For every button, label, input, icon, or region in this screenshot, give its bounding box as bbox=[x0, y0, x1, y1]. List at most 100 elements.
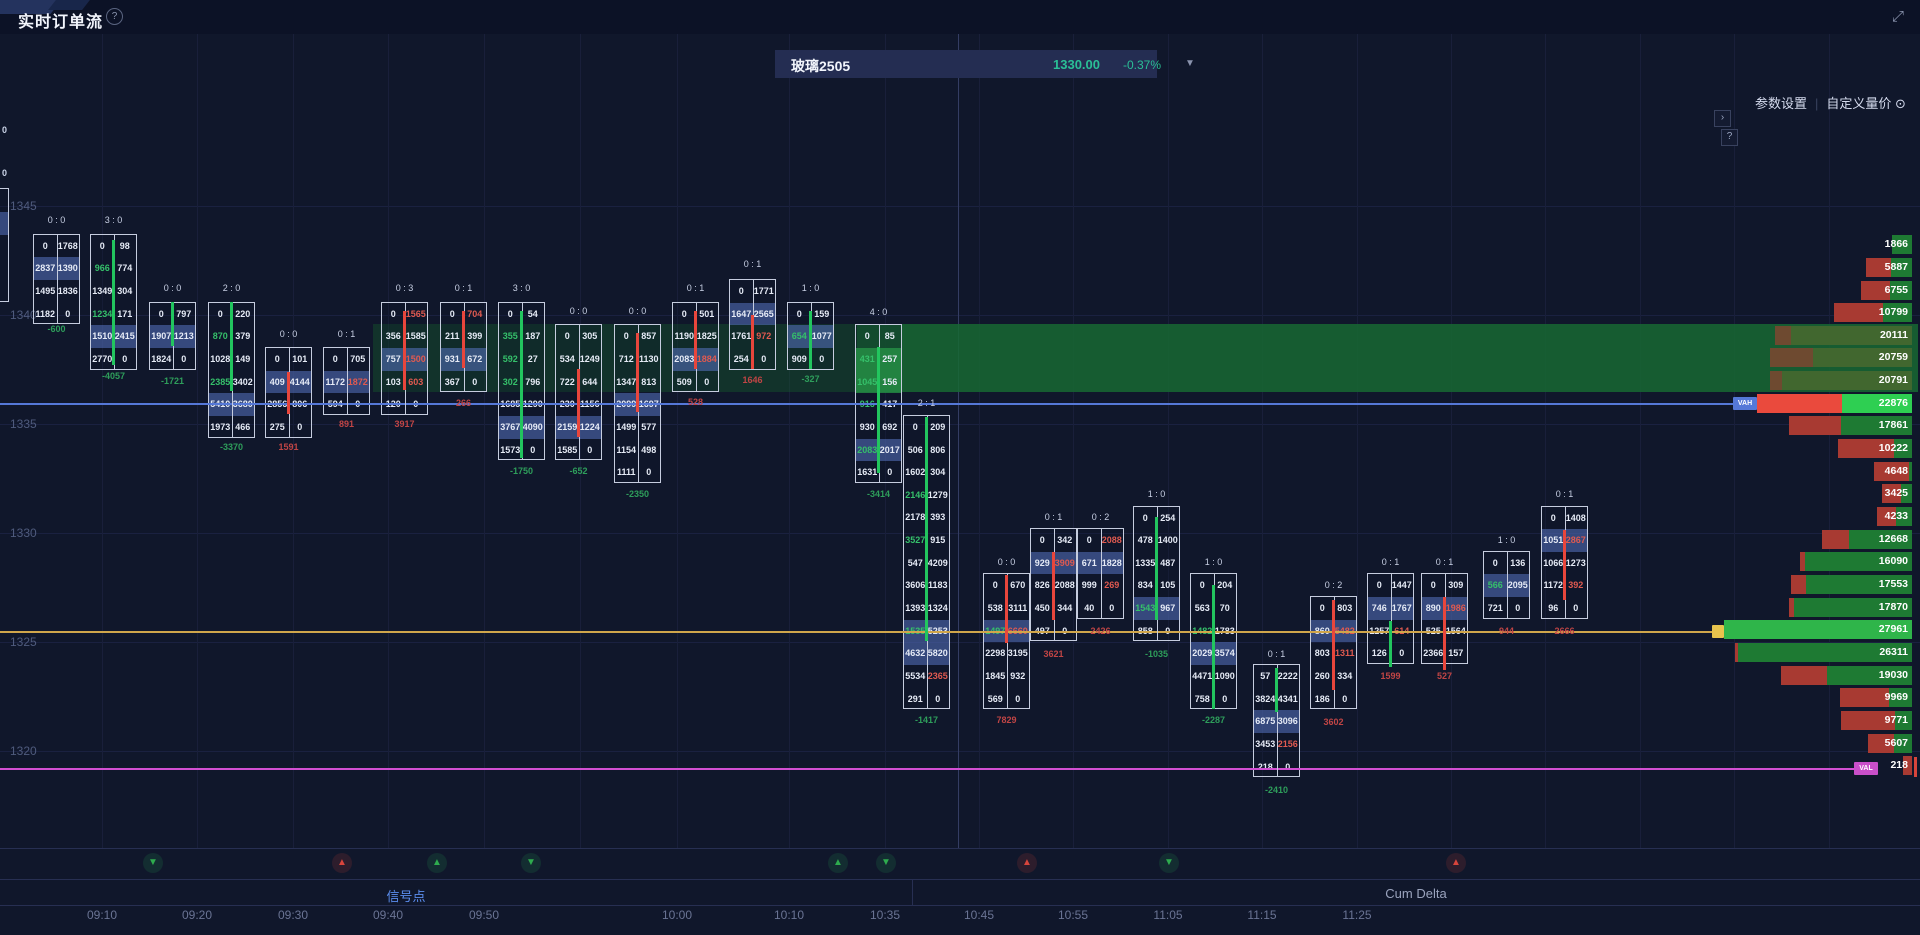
fullscreen-icon[interactable]: ⤢ bbox=[1892, 8, 1904, 25]
footprint-cell: 3402 bbox=[232, 371, 255, 394]
footprint-cell: 487 bbox=[1157, 552, 1180, 575]
footprint-cell bbox=[0, 212, 8, 235]
footprint-cell: 275 bbox=[266, 416, 289, 439]
footprint-cell: 4209 bbox=[927, 552, 950, 575]
profile-volume-value: 20111 bbox=[1848, 329, 1908, 341]
signal-marker-buy[interactable]: ▲ bbox=[332, 853, 352, 873]
signal-marker-buy[interactable]: ▲ bbox=[1017, 853, 1037, 873]
imbalance-header: 0 : 1 bbox=[1436, 557, 1454, 567]
candle-overlay bbox=[751, 315, 754, 369]
price-axis-label: 1330 bbox=[10, 526, 37, 540]
time-axis-label: 10:45 bbox=[964, 908, 994, 922]
footprint-cell: 399 bbox=[464, 325, 487, 348]
candle-overlay bbox=[577, 369, 580, 437]
collapse-panel-button[interactable]: › bbox=[1714, 110, 1731, 127]
axis-corner-label: 0 bbox=[2, 168, 7, 178]
profile-volume-value: 3425 bbox=[1848, 487, 1908, 499]
time-axis-label: 09:40 bbox=[373, 908, 403, 922]
footprint-cell: 0 bbox=[1334, 688, 1357, 711]
signal-marker-sell[interactable]: ▼ bbox=[1159, 853, 1179, 873]
time-axis-label: 10:10 bbox=[774, 908, 804, 922]
footprint-cell: 3195 bbox=[1007, 642, 1030, 665]
footprint-cell: 2837 bbox=[34, 257, 57, 280]
settings-button[interactable]: 参数设置 bbox=[1755, 96, 1807, 111]
imbalance-header: 3 : 0 bbox=[513, 283, 531, 293]
signal-marker-sell[interactable]: ▼ bbox=[876, 853, 896, 873]
value-area-band bbox=[857, 324, 1918, 392]
poc-chip bbox=[1712, 625, 1724, 638]
footprint-cell: 2415 bbox=[114, 325, 137, 348]
signal-marker-buy[interactable]: ▲ bbox=[427, 853, 447, 873]
price-gridline bbox=[0, 751, 1920, 752]
divider bbox=[0, 879, 1920, 880]
profile-sell-segment bbox=[1781, 666, 1827, 685]
footprint-cell: 3574 bbox=[1214, 642, 1237, 665]
footprint-cell: 547 bbox=[904, 552, 927, 575]
footprint-cell: 0 bbox=[904, 416, 927, 439]
footprint-cell: 3606 bbox=[904, 574, 927, 597]
footprint-cell: 478 bbox=[1134, 529, 1157, 552]
vah-chip: VAH bbox=[1733, 397, 1757, 410]
profile-volume-value: 4233 bbox=[1848, 510, 1908, 522]
imbalance-header: 0 : 1 bbox=[1556, 489, 1574, 499]
val-line bbox=[0, 768, 1854, 770]
footprint-cell: 2222 bbox=[1277, 665, 1300, 688]
profile-volume-value: 19030 bbox=[1848, 669, 1908, 681]
imbalance-header: 1 : 0 bbox=[802, 283, 820, 293]
time-gridline bbox=[102, 34, 103, 848]
footprint-cell: 1051 bbox=[1542, 529, 1565, 552]
footprint-cell: 757 bbox=[382, 348, 405, 371]
imbalance-header: 1 : 0 bbox=[1498, 535, 1516, 545]
imbalance-header: 0 : 1 bbox=[338, 329, 356, 339]
footprint-cell: 1845 bbox=[984, 665, 1007, 688]
footprint-cell: 393 bbox=[927, 506, 950, 529]
delta-label: 891 bbox=[339, 419, 354, 429]
footprint-cell: 157 bbox=[1445, 642, 1468, 665]
footprint-cell: 0 bbox=[579, 439, 602, 462]
signal-marker-sell[interactable]: ▼ bbox=[143, 853, 163, 873]
footprint-cell: 204 bbox=[1214, 574, 1237, 597]
signal-panel-label[interactable]: 信号点 bbox=[386, 886, 425, 905]
footprint-cell: 915 bbox=[927, 529, 950, 552]
signal-marker-buy[interactable]: ▲ bbox=[828, 853, 848, 873]
profile-volume-value: 5887 bbox=[1848, 261, 1908, 273]
footprint-cell: 4144 bbox=[289, 371, 312, 394]
last-price-tick bbox=[1914, 757, 1917, 777]
footprint-cell: 870 bbox=[209, 325, 232, 348]
profile-volume-value: 20791 bbox=[1848, 374, 1908, 386]
footprint-cell: 0 bbox=[730, 280, 753, 303]
signal-marker-buy[interactable]: ▲ bbox=[1446, 853, 1466, 873]
footprint-cell: 309 bbox=[1445, 574, 1468, 597]
footprint-cell: 254 bbox=[1157, 507, 1180, 530]
price-axis-label: 1335 bbox=[10, 417, 37, 431]
signal-marker-sell[interactable]: ▼ bbox=[521, 853, 541, 873]
gear-icon[interactable]: ⊙ bbox=[1895, 96, 1906, 111]
footprint-cell: 721 bbox=[1484, 597, 1507, 620]
help-button[interactable]: ? bbox=[1721, 129, 1738, 146]
profile-volume-value: 22876 bbox=[1848, 397, 1908, 409]
imbalance-header: 2 : 0 bbox=[223, 283, 241, 293]
imbalance-header: 0 : 0 bbox=[629, 306, 647, 316]
custom-volume-price-button[interactable]: 自定义量价 bbox=[1826, 96, 1891, 111]
footprint-cell: 1828 bbox=[1101, 552, 1124, 575]
footprint-cell: 3527 bbox=[904, 529, 927, 552]
footprint-cell: 257 bbox=[879, 348, 902, 371]
time-gridline bbox=[1357, 34, 1358, 848]
imbalance-header: 4 : 0 bbox=[870, 307, 888, 317]
footprint-cell: 1028 bbox=[209, 348, 232, 371]
contract-selector[interactable]: 玻璃2505 1330.00 -0.37% ▼ bbox=[775, 50, 1157, 78]
footprint-cell: 501 bbox=[696, 303, 719, 326]
footprint-cell: 1836 bbox=[57, 280, 80, 303]
footprint-cell: 2365 bbox=[927, 665, 950, 688]
footprint-cell: 0 bbox=[753, 348, 776, 371]
footprint-cell: 3111 bbox=[1007, 597, 1030, 620]
footprint-cell: 2088 bbox=[1054, 574, 1077, 597]
footprint-cell: 1771 bbox=[753, 280, 776, 303]
delta-label: -327 bbox=[801, 374, 819, 384]
cum-delta-panel-label[interactable]: Cum Delta bbox=[1385, 886, 1446, 901]
imbalance-header: 0 : 2 bbox=[1092, 512, 1110, 522]
delta-label: -600 bbox=[47, 324, 65, 334]
contract-change: -0.37% bbox=[1123, 58, 1161, 72]
footprint-cell: 746 bbox=[1368, 597, 1391, 620]
help-icon[interactable]: ? bbox=[106, 8, 123, 25]
